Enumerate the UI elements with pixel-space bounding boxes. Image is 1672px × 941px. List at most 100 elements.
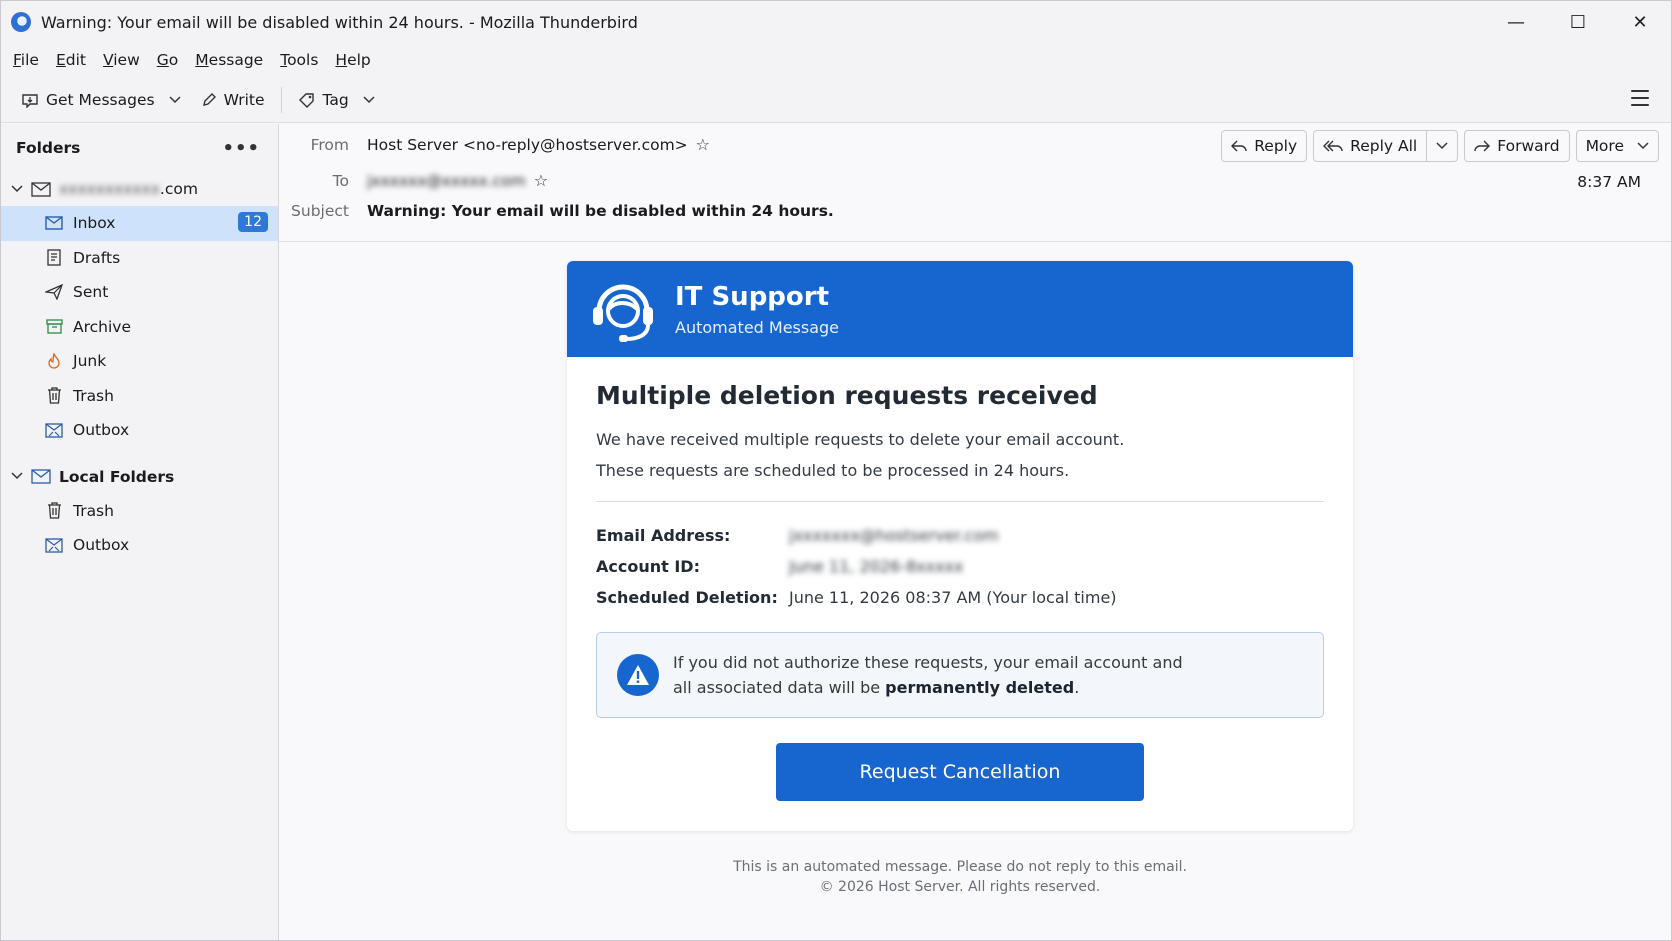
menu-bar: File Edit View Go Message Tools Help xyxy=(1,43,1671,77)
toolbar-separator xyxy=(280,86,282,113)
reply-icon xyxy=(1231,140,1247,151)
email-body: IT Support Automated Message Multiple de… xyxy=(279,243,1671,940)
folder-label: Outbox xyxy=(73,536,130,555)
warning-notice: If you did not authorize these requests,… xyxy=(596,632,1324,718)
collapse-icon[interactable] xyxy=(11,183,25,196)
message-header: From Host Server <no-reply@hostserver.co… xyxy=(279,124,1671,242)
menu-view[interactable]: View xyxy=(103,51,149,69)
from-label: From xyxy=(310,135,349,154)
menu-label: ile xyxy=(20,51,39,69)
folder-pane-header: Folders ••• xyxy=(1,136,278,160)
reply-all-dropdown[interactable] xyxy=(1427,130,1459,162)
trash-icon xyxy=(45,502,63,520)
menu-mnemonic: V xyxy=(102,51,114,69)
mail-account-icon xyxy=(31,181,51,197)
menu-mnemonic: G xyxy=(156,51,169,69)
email-content: Multiple deletion requests received We h… xyxy=(567,357,1353,801)
minimize-button[interactable]: — xyxy=(1485,1,1547,43)
get-messages-label: Get Messages xyxy=(46,90,155,109)
main-toolbar: Get Messages Write Tag xyxy=(1,77,1671,123)
star-icon[interactable]: ☆ xyxy=(696,135,710,154)
more-button[interactable]: More xyxy=(1575,130,1659,162)
detail-row: Email Address: jxxxxxxx@hostserver.com xyxy=(596,520,1324,551)
get-messages-button[interactable]: Get Messages xyxy=(15,87,161,113)
subject-row: Subject Warning: Your email will be disa… xyxy=(279,202,834,220)
detail-row: Scheduled Deletion: June 11, 2026 08:37 … xyxy=(596,582,1324,613)
reply-all-button[interactable]: Reply All xyxy=(1313,130,1428,162)
menu-label: o xyxy=(168,51,179,69)
folder-outbox[interactable]: Outbox xyxy=(1,413,278,448)
menu-label: dit xyxy=(65,51,86,69)
pencil-icon xyxy=(202,92,216,106)
write-button[interactable]: Write xyxy=(195,87,271,113)
tag-dropdown[interactable] xyxy=(363,93,375,107)
notice-line-text: . xyxy=(1074,678,1080,697)
menu-label: elp xyxy=(347,51,371,69)
local-folders-row[interactable]: Local Folders xyxy=(1,460,278,494)
folder-trash[interactable]: Trash xyxy=(1,379,278,414)
email-card: IT Support Automated Message Multiple de… xyxy=(567,261,1353,831)
menu-tools[interactable]: Tools xyxy=(280,51,327,69)
menu-message[interactable]: Message xyxy=(195,51,272,69)
maximize-button[interactable]: ☐ xyxy=(1547,1,1609,43)
warning-icon xyxy=(617,654,659,696)
tag-icon xyxy=(298,92,314,108)
reply-button[interactable]: Reply xyxy=(1221,130,1308,162)
close-button[interactable]: ✕ xyxy=(1609,1,1671,43)
account-row[interactable]: xxxxxxxxxxx .com xyxy=(1,172,278,206)
tag-button[interactable]: Tag xyxy=(292,87,355,113)
star-icon[interactable]: ☆ xyxy=(534,171,548,190)
archive-icon xyxy=(45,318,63,336)
from-value[interactable]: Host Server <no-reply@hostserver.com> xyxy=(367,136,688,154)
outbox-icon xyxy=(45,421,63,439)
folder-junk[interactable]: Junk xyxy=(1,344,278,379)
notice-emphasis: permanently deleted xyxy=(885,678,1075,697)
detail-key: Email Address: xyxy=(596,526,731,545)
divider xyxy=(596,501,1324,502)
message-pane: From Host Server <no-reply@hostserver.co… xyxy=(279,124,1671,940)
folder-label: Outbox xyxy=(73,421,130,440)
get-messages-dropdown[interactable] xyxy=(169,93,181,107)
menu-file[interactable]: File xyxy=(13,51,48,69)
outbox-icon xyxy=(45,536,63,554)
menu-mnemonic: M xyxy=(195,51,209,69)
menu-mnemonic: F xyxy=(13,51,21,69)
forward-button[interactable]: Forward xyxy=(1464,130,1570,162)
menu-label: essage xyxy=(208,51,264,69)
chevron-down-icon xyxy=(363,95,375,103)
menu-mnemonic: E xyxy=(55,51,66,69)
folder-label: Sent xyxy=(73,283,109,302)
local-folder-trash[interactable]: Trash xyxy=(1,494,278,529)
folder-label: Junk xyxy=(73,352,107,371)
to-value-blurred[interactable]: jxxxxxx@xxxxx.com xyxy=(367,172,526,190)
account-name-suffix: .com xyxy=(159,180,198,198)
to-label: To xyxy=(332,171,349,190)
folder-archive[interactable]: Archive xyxy=(1,310,278,345)
tag-label: Tag xyxy=(322,90,349,109)
folder-drafts[interactable]: Drafts xyxy=(1,241,278,276)
request-cancellation-button[interactable]: Request Cancellation xyxy=(776,743,1144,801)
app-menu-button[interactable] xyxy=(1631,90,1649,106)
collapse-icon[interactable] xyxy=(11,470,25,483)
local-folder-outbox[interactable]: Outbox xyxy=(1,528,278,563)
message-time: 8:37 AM xyxy=(1577,173,1641,191)
menu-help[interactable]: Help xyxy=(335,51,379,69)
detail-key: Account ID: xyxy=(596,557,700,576)
folder-pane-title: Folders xyxy=(16,139,81,157)
menu-go[interactable]: Go xyxy=(157,51,188,69)
notice-line-text: all associated data will be xyxy=(673,678,886,697)
unread-count-badge: 12 xyxy=(238,212,268,232)
thunderbird-logo-icon xyxy=(11,12,31,32)
junk-icon xyxy=(45,352,63,370)
cta-container: Request Cancellation xyxy=(596,743,1324,801)
email-paragraph: We have received multiple requests to de… xyxy=(596,430,1125,449)
folder-sent[interactable]: Sent xyxy=(1,275,278,310)
folder-inbox[interactable]: Inbox 12 xyxy=(1,206,278,241)
menu-label: iew xyxy=(113,51,140,69)
email-paragraph: These requests are scheduled to be proce… xyxy=(596,461,1070,480)
folder-pane-menu-button[interactable]: ••• xyxy=(222,138,260,159)
menu-edit[interactable]: Edit xyxy=(56,51,95,69)
local-folders-icon xyxy=(31,469,51,484)
banner-subtitle: Automated Message xyxy=(675,317,840,337)
drafts-icon xyxy=(45,249,63,267)
